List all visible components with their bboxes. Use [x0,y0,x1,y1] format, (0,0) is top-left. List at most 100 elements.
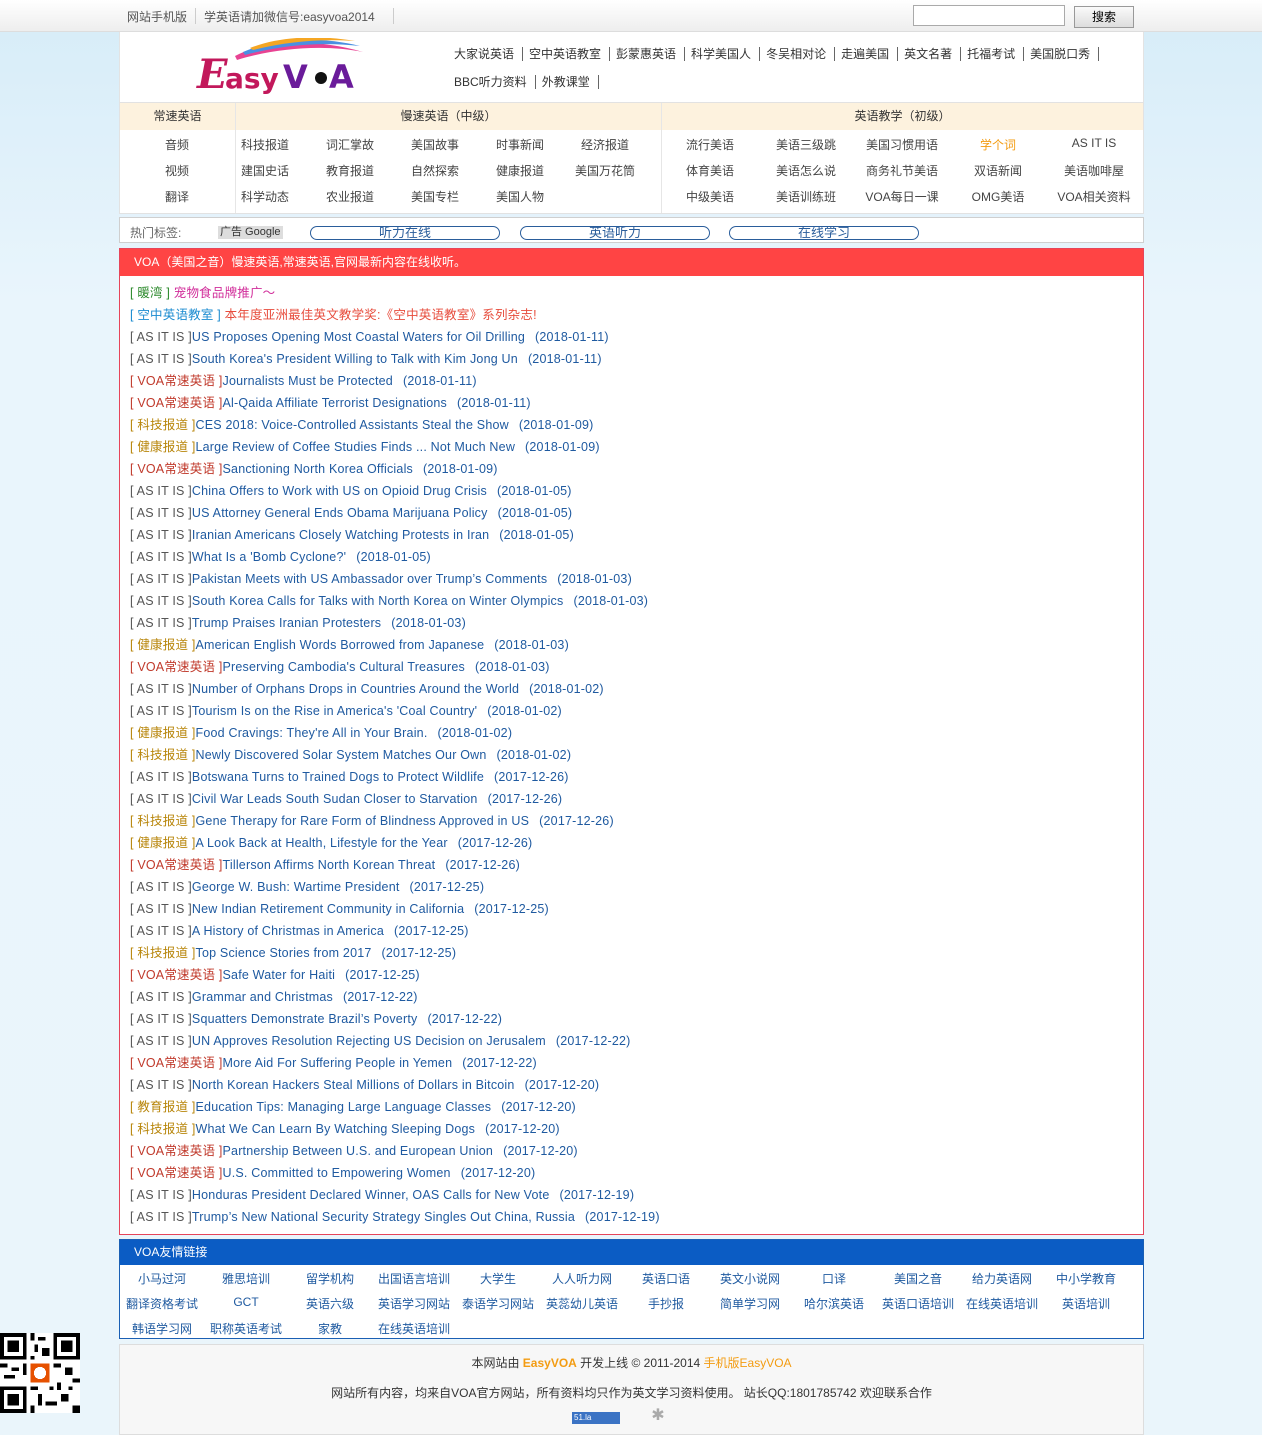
article-title[interactable]: Newly Discovered Solar System Matches Ou… [196,748,487,762]
friend-link[interactable]: 哈尔滨英语 [792,1295,876,1312]
article-category[interactable]: [ 健康报道 ] [130,440,196,454]
article-row[interactable]: [ AS IT IS ]A History of Christmas in Am… [130,920,660,942]
article-category[interactable]: [ AS IT IS ] [130,330,192,344]
article-row[interactable]: [ VOA常速英语 ]Tillerson Affirms North Korea… [130,854,660,876]
friend-link[interactable]: 家教 [288,1320,372,1337]
article-row[interactable]: [ 科技报道 ]Newly Discovered Solar System Ma… [130,744,660,766]
friend-link[interactable]: 泰语学习网站 [456,1295,540,1312]
article-row[interactable]: [ AS IT IS ]Iranian Americans Closely Wa… [130,524,660,546]
promo-tag[interactable]: [ 暖湾 ] [130,286,170,300]
article-row[interactable]: [ VOA常速英语 ]Journalists Must be Protected… [130,370,660,392]
article-title[interactable]: Number of Orphans Drops in Countries Aro… [192,682,519,696]
article-category[interactable]: [ AS IT IS ] [130,528,192,542]
article-category[interactable]: [ AS IT IS ] [130,1012,192,1026]
category-link[interactable]: 美国专栏 [390,188,480,205]
article-title[interactable]: A Look Back at Health, Lifestyle for the… [196,836,448,850]
category-link[interactable]: 建国史话 [220,162,310,179]
article-category[interactable]: [ AS IT IS ] [130,682,192,696]
friend-link[interactable]: 在线英语培训 [960,1295,1044,1312]
article-category[interactable]: [ 健康报道 ] [130,726,196,740]
article-title[interactable]: What We Can Learn By Watching Sleeping D… [196,1122,476,1136]
article-row[interactable]: [ AS IT IS ]China Offers to Work with US… [130,480,660,502]
mobile-site-link[interactable]: 网站手机版 [127,8,187,25]
article-row[interactable]: [ AS IT IS ]UN Approves Resolution Rejec… [130,1030,660,1052]
article-title[interactable]: Pakistan Meets with US Ambassador over T… [192,572,547,586]
article-category[interactable]: [ AS IT IS ] [130,704,192,718]
top-nav-item[interactable]: 空中英语教室 [525,40,611,68]
article-title[interactable]: More Aid For Suffering People in Yemen [223,1056,453,1070]
article-title[interactable]: U.S. Committed to Empowering Women [223,1166,451,1180]
article-row[interactable]: [ AS IT IS ]Civil War Leads South Sudan … [130,788,660,810]
friend-link[interactable]: 英语六级 [288,1295,372,1312]
article-category[interactable]: [ 健康报道 ] [130,836,196,850]
friend-link[interactable]: 中小学教育 [1044,1270,1128,1287]
article-category[interactable]: [ AS IT IS ] [130,550,192,564]
category-head-teaching[interactable]: 英语教学（初级） [662,103,1143,130]
article-category[interactable]: [ VOA常速英语 ] [130,858,223,872]
category-link[interactable]: VOA每日一课 [857,188,947,205]
article-title[interactable]: Al-Qaida Affiliate Terrorist Designation… [223,396,448,410]
category-link[interactable]: 健康报道 [475,162,565,179]
promo-text[interactable]: 本年度亚洲最佳英文教学奖:《空中英语教室》系列杂志! [225,308,537,322]
article-row[interactable]: [ 健康报道 ]Food Cravings: They're All in Yo… [130,722,660,744]
category-link[interactable]: 中级美语 [665,188,755,205]
article-category[interactable]: [ VOA常速英语 ] [130,374,223,388]
category-link[interactable]: 双语新闻 [953,162,1043,179]
article-title[interactable]: Safe Water for Haiti [223,968,336,982]
article-category[interactable]: [ AS IT IS ] [130,1078,192,1092]
friend-link[interactable]: 手抄报 [624,1295,708,1312]
article-title[interactable]: North Korean Hackers Steal Millions of D… [192,1078,515,1092]
article-title[interactable]: Trump Praises Iranian Protesters [192,616,381,630]
article-row[interactable]: [ 科技报道 ]What We Can Learn By Watching Sl… [130,1118,660,1140]
article-title[interactable]: Honduras President Declared Winner, OAS … [192,1188,550,1202]
google-ad-label[interactable]: 广告 Google [218,226,283,239]
article-category[interactable]: [ 科技报道 ] [130,946,196,960]
counter-badge[interactable]: 51.la [572,1412,620,1424]
friend-link[interactable]: 英语培训 [1044,1295,1128,1312]
article-row[interactable]: [ AS IT IS ]Botswana Turns to Trained Do… [130,766,660,788]
article-title[interactable]: China Offers to Work with US on Opioid D… [192,484,487,498]
article-title[interactable]: Tourism Is on the Rise in America's 'Coa… [192,704,477,718]
friend-link[interactable]: 在线英语培训 [372,1320,456,1337]
article-category[interactable]: [ VOA常速英语 ] [130,462,223,476]
article-title[interactable]: Top Science Stories from 2017 [196,946,372,960]
category-link[interactable]: 教育报道 [305,162,395,179]
article-row[interactable]: [ 教育报道 ]Education Tips: Managing Large L… [130,1096,660,1118]
article-category[interactable]: [ VOA常速英语 ] [130,1056,223,1070]
top-nav-item[interactable]: 托福考试 [963,40,1025,68]
top-nav-item[interactable]: 美国脱口秀 [1026,40,1100,68]
category-link[interactable]: 商务礼节美语 [857,162,947,179]
friend-link[interactable]: 英文小说网 [708,1270,792,1287]
friend-link[interactable]: 小马过河 [120,1270,204,1287]
article-category[interactable]: [ AS IT IS ] [130,1188,192,1202]
article-category[interactable]: [ 健康报道 ] [130,638,196,652]
friend-link[interactable]: 留学机构 [288,1270,372,1287]
friend-link[interactable]: 英语口语培训 [876,1295,960,1312]
article-title[interactable]: A History of Christmas in America [192,924,384,938]
article-category[interactable]: [ VOA常速英语 ] [130,396,223,410]
article-title[interactable]: CES 2018: Voice-Controlled Assistants St… [196,418,509,432]
friend-link[interactable]: GCT [204,1295,288,1309]
article-title[interactable]: Squatters Demonstrate Brazil’s Poverty [192,1012,418,1026]
tag-pill[interactable]: 听力在线 [310,226,500,240]
category-link[interactable]: 美国万花筒 [560,162,650,179]
article-row[interactable]: [ AS IT IS ]US Proposes Opening Most Coa… [130,326,660,348]
article-title[interactable]: American English Words Borrowed from Jap… [196,638,485,652]
article-row[interactable]: [ 科技报道 ]CES 2018: Voice-Controlled Assis… [130,414,660,436]
article-category[interactable]: [ AS IT IS ] [130,924,192,938]
category-link[interactable]: 时事新闻 [475,136,565,153]
article-row[interactable]: [ VOA常速英语 ]More Aid For Suffering People… [130,1052,660,1074]
article-row[interactable]: [ AS IT IS ]Trump’s New National Securit… [130,1206,660,1228]
footer-mobile-link[interactable]: 手机版EasyVOA [704,1356,792,1370]
article-title[interactable]: Botswana Turns to Trained Dogs to Protec… [192,770,484,784]
category-link[interactable]: AS IT IS [1049,136,1139,150]
article-category[interactable]: [ AS IT IS ] [130,1210,192,1224]
top-nav-item[interactable]: 走遍美国 [837,40,899,68]
category-link[interactable]: 学个词 [953,136,1043,153]
category-link[interactable]: 经济报道 [560,136,650,153]
article-title[interactable]: US Proposes Opening Most Coastal Waters … [192,330,525,344]
article-row[interactable]: [ 健康报道 ]A Look Back at Health, Lifestyle… [130,832,660,854]
top-nav-item[interactable]: 大家说英语 [450,40,524,68]
category-link[interactable]: 美语怎么说 [761,162,851,179]
category-link[interactable]: 视频 [132,162,222,179]
